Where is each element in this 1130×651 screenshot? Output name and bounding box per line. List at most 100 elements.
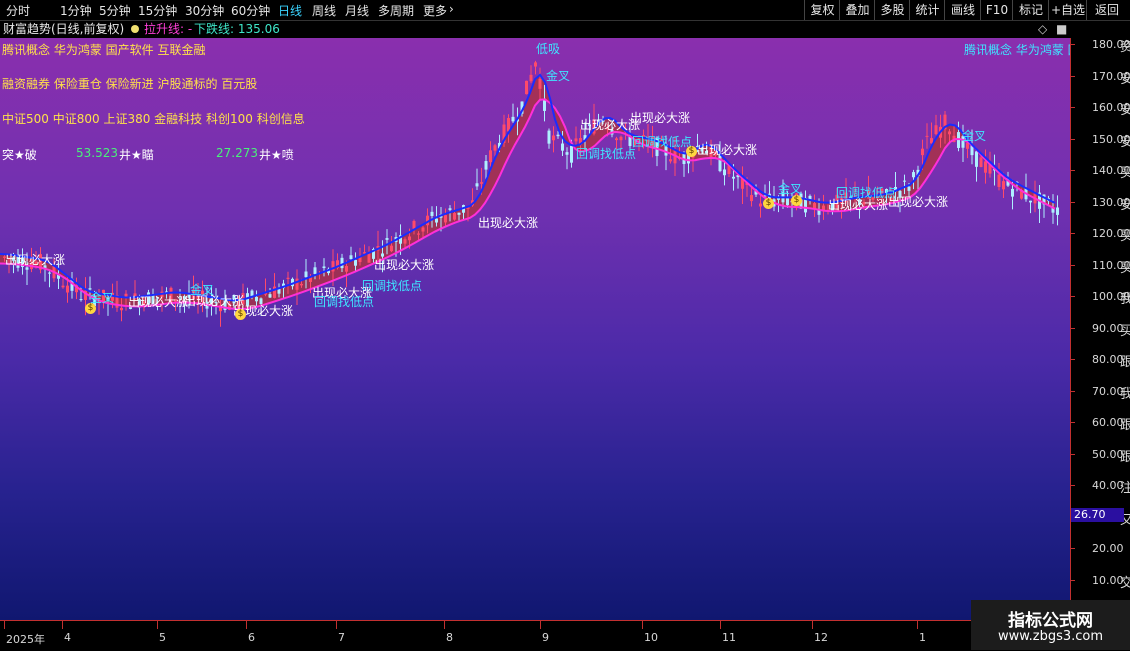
period-tab-monthly[interactable]: 月线 [345,2,369,19]
candle-body [921,148,924,156]
date-tick-label: 7 [338,631,345,644]
candle-body [669,159,672,162]
price-tick [1071,548,1075,549]
candle-body [529,74,533,82]
candle-body [48,272,51,274]
watermark-url: www.zbgs3.com [997,629,1104,644]
rise-line-value: 拉升线: - [144,22,193,36]
huitiao-label: 回调找低点 [632,135,693,149]
f10-button[interactable]: F10 [980,0,1013,20]
chuxian-label: 出现必大涨 [374,258,435,272]
candle-body [984,161,987,173]
date-tick [720,621,721,629]
mark-button[interactable]: 标记 [1012,0,1049,20]
axis-edge-glyph: 跟 [1120,418,1130,432]
stats-button[interactable]: 统计 [909,0,945,20]
price-tick [1071,202,1075,203]
candle-body [1002,181,1005,190]
candle-body [723,169,726,176]
axis-edge-glyph: 交 [1120,576,1130,590]
period-tab-daily[interactable]: 日线 [278,2,302,19]
back-button[interactable]: 返回 [1086,0,1127,20]
price-tick [1071,422,1075,423]
candle-body [453,213,456,220]
date-tick-label: 4 [64,631,71,644]
price-tick-label: 20.00 [1092,542,1124,555]
price-tick [1071,328,1075,329]
candle-body [421,227,425,232]
period-tab-fenshi[interactable]: 分时 [6,2,30,19]
burst-value: 27.273 [216,146,258,160]
candle-body [1056,207,1059,215]
candle-body [403,239,407,244]
price-tick-label: 10.00 [1092,574,1124,587]
aim-value: 53.523 [76,146,118,160]
candle-body [66,285,69,293]
dixi-label: 低吸 [536,42,561,56]
candle-body [547,130,551,144]
draw-line-button[interactable]: 画线 [944,0,981,20]
indicator-dot-icon[interactable] [131,25,139,33]
price-tick [1071,296,1075,297]
date-tick [917,621,918,629]
overlay-button[interactable]: 叠加 [839,0,875,20]
date-tick [246,621,247,629]
price-tick [1071,233,1075,234]
date-tick-label: 11 [722,631,736,644]
money-bag-icon: $ [763,198,774,209]
axis-edge-glyph: 注 [1120,481,1130,495]
candle-body [493,145,497,151]
price-tick [1071,265,1075,266]
candle-body [417,233,420,235]
date-tick-label: 10 [644,631,658,644]
price-tick [1071,359,1075,360]
candle-body [925,135,929,137]
candle-body [615,138,618,141]
candle-body [570,144,573,163]
price-tick [1071,44,1075,45]
price-tick [1071,139,1075,140]
date-tick [812,621,813,629]
date-tick-label: 9 [542,631,549,644]
price-tick [1071,485,1075,486]
price-chart[interactable]: 腾讯概念 华为鸿蒙 国产软件 互联金融 腾讯概念 华为鸿蒙 国 融资融券 保险重… [0,38,1070,620]
candle-body [903,180,906,182]
axis-edge-glyph: 安 [1120,198,1130,212]
diamond-icon[interactable]: ◇ [1038,21,1047,37]
period-tab-15min[interactable]: 15分钟 [138,2,177,19]
candle-body [255,296,258,302]
candle-body [340,257,344,269]
axis-edge-glyph: 跟 [1120,450,1130,464]
price-tick [1071,76,1075,77]
square-icon[interactable]: ■ [1056,21,1067,37]
chuxian-label: 出现必大涨 [478,216,539,230]
period-tab-multi[interactable]: 多周期 [378,2,414,19]
multi-stock-button[interactable]: 多股 [874,0,910,20]
chuxian-label: 出现必大涨 [697,143,758,157]
candle-body [912,172,915,178]
price-tick-label: 40.00 [1092,479,1124,492]
chevron-right-icon[interactable]: › [449,2,454,16]
period-tab-5min[interactable]: 5分钟 [99,2,131,19]
candle-body [322,266,326,269]
money-bag-icon: $ [235,309,246,320]
site-watermark: 指标公式网 www.zbgs3.com [971,600,1130,650]
axis-edge-glyph: 安 [1120,135,1130,149]
candle-body [574,138,578,142]
price-tick-label: 60.00 [1092,416,1124,429]
price-tick [1071,170,1075,171]
period-tab-weekly[interactable]: 周线 [312,2,336,19]
candle-body [534,62,537,67]
period-tab-more[interactable]: 更多 [423,2,447,19]
candle-body [390,245,393,252]
add-watchlist-button[interactable]: +自选 [1048,0,1087,20]
fuquan-button[interactable]: 复权 [804,0,840,20]
down-line-value: 下跌线: 135.06 [194,22,280,36]
money-bag-icon: $ [686,146,697,157]
period-tab-1min[interactable]: 1分钟 [60,2,92,19]
candle-body [480,182,483,184]
period-tab-30min[interactable]: 30分钟 [185,2,224,19]
index-note: 中证500 中证800 上证380 金融科技 科创100 科创信息 [2,112,305,126]
date-tick-label: 12 [814,631,828,644]
period-tab-60min[interactable]: 60分钟 [231,2,270,19]
